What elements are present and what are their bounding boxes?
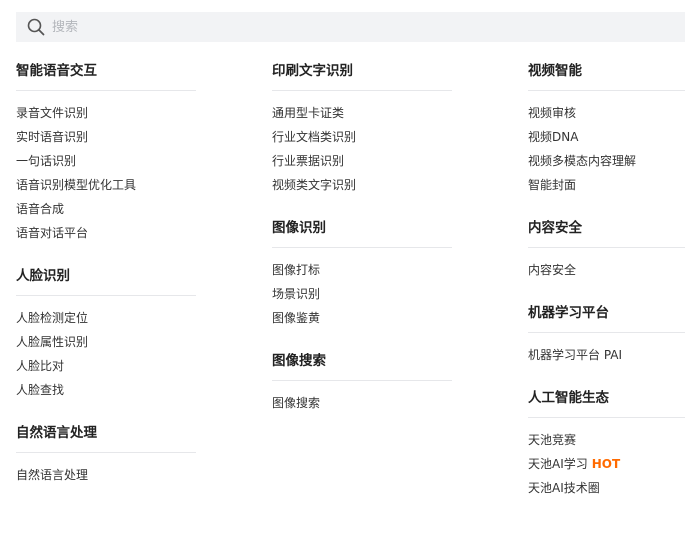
menu-item[interactable]: 人脸查找 xyxy=(16,382,196,406)
item-list: 视频审核 视频DNA 视频多模态内容理解 智能封面 xyxy=(528,105,685,201)
menu-item[interactable]: 语音合成 xyxy=(16,201,196,225)
section-title: 人脸识别 xyxy=(16,268,70,284)
section-divider xyxy=(528,90,685,91)
item-list: 机器学习平台 PAI xyxy=(528,347,685,371)
menu-item[interactable]: 自然语言处理 xyxy=(16,467,196,491)
menu-item[interactable]: 行业票据识别 xyxy=(272,153,452,177)
section-image-search: 图像搜索 图像搜索 xyxy=(272,352,452,419)
menu-item[interactable]: 天池AI技术圈 xyxy=(528,480,685,504)
section-title: 视频智能 xyxy=(528,63,582,79)
section-divider xyxy=(16,90,196,91)
item-list: 内容安全 xyxy=(528,262,685,286)
section-title: 智能语音交互 xyxy=(16,63,97,79)
menu-item[interactable]: 视频类文字识别 xyxy=(272,177,452,201)
menu-item[interactable]: 智能封面 xyxy=(528,177,685,201)
section-video: 视频智能 视频审核 视频DNA 视频多模态内容理解 智能封面 xyxy=(528,62,685,201)
item-list: 人脸检测定位 人脸属性识别 人脸比对 人脸查找 xyxy=(16,310,196,406)
search-input[interactable] xyxy=(52,12,672,42)
menu-item[interactable]: 一句话识别 xyxy=(16,153,196,177)
item-list: 自然语言处理 xyxy=(16,467,196,491)
item-list: 通用型卡证类 行业文档类识别 行业票据识别 视频类文字识别 xyxy=(272,105,452,201)
menu-item[interactable]: 天池竞赛 xyxy=(528,432,685,456)
section-machine-learning: 机器学习平台 机器学习平台 PAI xyxy=(528,304,685,371)
section-divider xyxy=(272,90,452,91)
menu-item-tianchi-learning[interactable]: 天池AI学习 HOT xyxy=(528,456,685,480)
section-nlp: 自然语言处理 自然语言处理 xyxy=(16,424,196,491)
item-list: 录音文件识别 实时语音识别 一句话识别 语音识别模型优化工具 语音合成 语音对话… xyxy=(16,105,196,249)
menu-item[interactable]: 语音对话平台 xyxy=(16,225,196,249)
menu-item[interactable]: 内容安全 xyxy=(528,262,685,286)
menu-item[interactable]: 人脸比对 xyxy=(16,358,196,382)
menu-item[interactable]: 实时语音识别 xyxy=(16,129,196,153)
section-title: 印刷文字识别 xyxy=(272,63,353,79)
menu-item[interactable]: 录音文件识别 xyxy=(16,105,196,129)
menu-item[interactable]: 场景识别 xyxy=(272,286,452,310)
menu-item[interactable]: 视频审核 xyxy=(528,105,685,129)
section-divider xyxy=(528,332,685,333)
section-divider xyxy=(272,380,452,381)
menu-item[interactable]: 图像打标 xyxy=(272,262,452,286)
menu-item[interactable]: 视频DNA xyxy=(528,129,685,153)
search-icon xyxy=(27,18,45,36)
section-image-recognition: 图像识别 图像打标 场景识别 图像鉴黄 xyxy=(272,219,452,334)
menu-item-label: 天池AI学习 xyxy=(528,457,588,471)
section-title: 内容安全 xyxy=(528,220,582,236)
section-divider xyxy=(16,452,196,453)
menu-item[interactable]: 机器学习平台 PAI xyxy=(528,347,685,371)
section-divider xyxy=(528,417,685,418)
section-title: 自然语言处理 xyxy=(16,425,97,441)
menu-item[interactable]: 语音识别模型优化工具 xyxy=(16,177,196,201)
section-face: 人脸识别 人脸检测定位 人脸属性识别 人脸比对 人脸查找 xyxy=(16,267,196,406)
menu-item[interactable]: 人脸属性识别 xyxy=(16,334,196,358)
menu-item[interactable]: 行业文档类识别 xyxy=(272,129,452,153)
section-content-security: 内容安全 内容安全 xyxy=(528,219,685,286)
section-ai-ecosystem: 人工智能生态 天池竞赛 天池AI学习 HOT 天池AI技术圈 xyxy=(528,389,685,504)
section-title: 机器学习平台 xyxy=(528,305,609,321)
item-list: 图像打标 场景识别 图像鉴黄 xyxy=(272,262,452,334)
section-title: 图像搜索 xyxy=(272,353,326,369)
section-ocr: 印刷文字识别 通用型卡证类 行业文档类识别 行业票据识别 视频类文字识别 xyxy=(272,62,452,201)
section-title: 人工智能生态 xyxy=(528,390,609,406)
section-divider xyxy=(528,247,685,248)
section-speech: 智能语音交互 录音文件识别 实时语音识别 一句话识别 语音识别模型优化工具 语音… xyxy=(16,62,196,249)
menu-item[interactable]: 图像搜索 xyxy=(272,395,452,419)
item-list: 图像搜索 xyxy=(272,395,452,419)
item-list: 天池竞赛 天池AI学习 HOT 天池AI技术圈 xyxy=(528,432,685,504)
menu-item[interactable]: 人脸检测定位 xyxy=(16,310,196,334)
section-divider xyxy=(16,295,196,296)
menu-item[interactable]: 通用型卡证类 xyxy=(272,105,452,129)
section-title: 图像识别 xyxy=(272,220,326,236)
menu-item[interactable]: 图像鉴黄 xyxy=(272,310,452,334)
section-divider xyxy=(272,247,452,248)
search-bar[interactable] xyxy=(16,12,685,42)
menu-item[interactable]: 视频多模态内容理解 xyxy=(528,153,685,177)
hot-badge: HOT xyxy=(591,457,621,471)
